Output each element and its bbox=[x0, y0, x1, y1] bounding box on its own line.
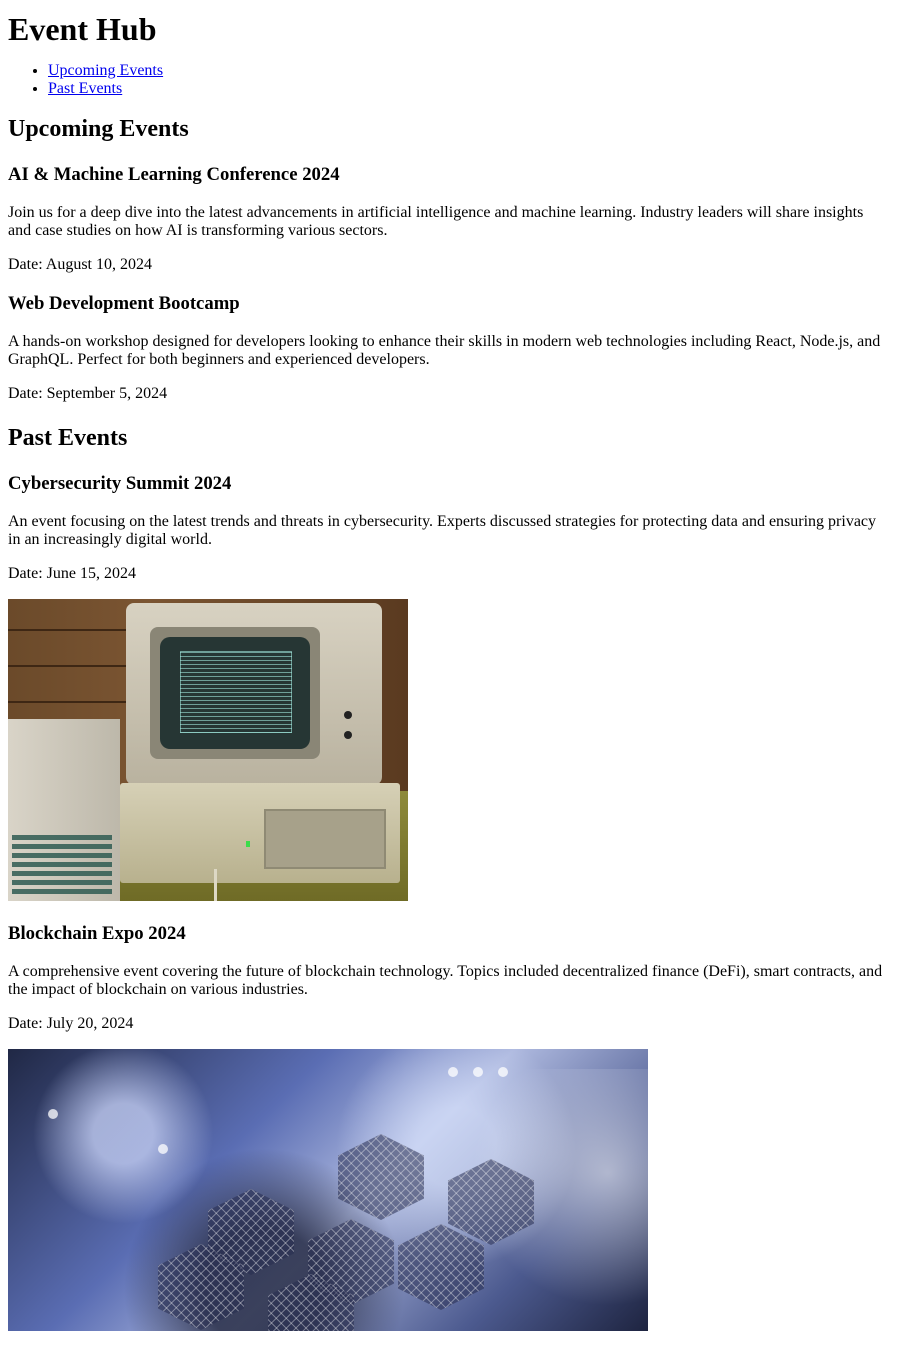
event-date: Date: August 10, 2024 bbox=[8, 256, 152, 273]
nav-item-upcoming: Upcoming Events bbox=[48, 62, 890, 80]
event-card: AI & Machine Learning Conference 2024 Jo… bbox=[8, 164, 890, 274]
upcoming-events-section: Upcoming Events AI & Machine Learning Co… bbox=[8, 115, 890, 403]
nav-list: Upcoming Events Past Events bbox=[8, 62, 890, 98]
event-description: Join us for a deep dive into the latest … bbox=[8, 204, 864, 239]
event-date: Date: September 5, 2024 bbox=[8, 385, 168, 402]
section-heading-past: Past Events bbox=[8, 425, 128, 451]
event-title: AI & Machine Learning Conference 2024 bbox=[8, 164, 340, 185]
event-date: Date: July 20, 2024 bbox=[8, 1015, 134, 1032]
section-heading-upcoming: Upcoming Events bbox=[8, 116, 189, 142]
site-header: Event Hub Upcoming Events Past Events bbox=[8, 11, 890, 98]
event-title: Blockchain Expo 2024 bbox=[8, 923, 186, 944]
site-title: Event Hub bbox=[8, 11, 157, 47]
vintage-computer-photo bbox=[8, 599, 408, 901]
page: Event Hub Upcoming Events Past Events Up… bbox=[0, 11, 898, 1331]
event-date: Date: June 15, 2024 bbox=[8, 565, 136, 582]
past-events-section: Past Events Cybersecurity Summit 2024 An… bbox=[8, 424, 890, 1331]
nav-link-past-events[interactable]: Past Events bbox=[48, 80, 122, 97]
event-title: Web Development Bootcamp bbox=[8, 293, 240, 314]
event-card: Web Development Bootcamp A hands-on work… bbox=[8, 293, 890, 403]
nav-item-past: Past Events bbox=[48, 80, 890, 98]
event-description: A comprehensive event covering the futur… bbox=[8, 963, 883, 998]
blockchain-network-illustration bbox=[8, 1049, 648, 1331]
event-card: Cybersecurity Summit 2024 An event focus… bbox=[8, 473, 890, 901]
event-description: An event focusing on the latest trends a… bbox=[8, 513, 877, 548]
event-description: A hands-on workshop designed for develop… bbox=[8, 333, 881, 368]
event-card: Blockchain Expo 2024 A comprehensive eve… bbox=[8, 923, 890, 1331]
event-title: Cybersecurity Summit 2024 bbox=[8, 473, 232, 494]
nav-link-upcoming-events[interactable]: Upcoming Events bbox=[48, 62, 163, 79]
main-nav: Upcoming Events Past Events bbox=[8, 62, 890, 98]
